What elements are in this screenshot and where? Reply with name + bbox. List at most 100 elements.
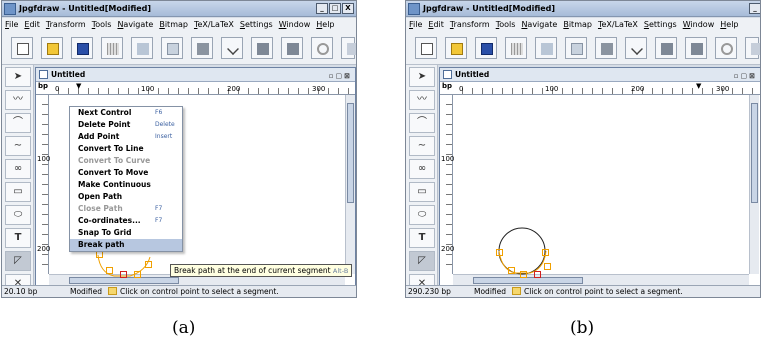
grid-button[interactable]: [505, 37, 527, 59]
book-button[interactable]: [595, 37, 617, 59]
menu-item-next-control[interactable]: Next Control F6: [70, 107, 182, 119]
table-button[interactable]: [161, 37, 183, 59]
save-button[interactable]: [475, 37, 497, 59]
menu-tools[interactable]: Tools: [92, 18, 112, 32]
menu-bitmap[interactable]: Bitmap: [563, 18, 592, 32]
back-button[interactable]: [685, 37, 707, 59]
menu-window[interactable]: Window: [279, 18, 311, 32]
control-point[interactable]: [542, 249, 549, 256]
check-curve-button[interactable]: [625, 37, 647, 59]
menu-tex[interactable]: TeX/LaTeX: [194, 18, 234, 32]
minimize-button[interactable]: _: [316, 3, 328, 14]
menu-window[interactable]: Window: [683, 18, 715, 32]
menu-bitmap[interactable]: Bitmap: [159, 18, 188, 32]
polyline-tool[interactable]: 〰: [409, 90, 435, 110]
menu-item-convert-to-move[interactable]: Convert To Move: [70, 167, 182, 179]
open-curve-tool[interactable]: ⌒: [5, 113, 31, 133]
check-curve-icon: [227, 43, 239, 55]
polyline-tool[interactable]: 〰: [5, 90, 31, 110]
menu-item-delete-point[interactable]: Delete Point Delete: [70, 119, 182, 131]
scroll-thumb[interactable]: [347, 103, 354, 203]
redo-button[interactable]: [341, 37, 356, 59]
menu-item-open-path[interactable]: Open Path: [70, 191, 182, 203]
menu-transform[interactable]: Transform: [46, 18, 86, 32]
front-button[interactable]: [655, 37, 677, 59]
select-tool[interactable]: ➤: [409, 67, 435, 87]
control-point[interactable]: [520, 271, 527, 278]
menu-navigate[interactable]: Navigate: [117, 18, 153, 32]
table-button[interactable]: [565, 37, 587, 59]
check-curve-icon: [631, 43, 643, 55]
open-button[interactable]: [445, 37, 467, 59]
menu-item-make-continuous[interactable]: Make Continuous: [70, 179, 182, 191]
menu-item-convert-to-line[interactable]: Convert To Line: [70, 143, 182, 155]
loop-tool[interactable]: ∞: [409, 159, 435, 179]
bitmap-tool[interactable]: ◸: [409, 251, 435, 271]
menu-item-coordinates[interactable]: Co-ordinates... F7: [70, 215, 182, 227]
front-button[interactable]: [251, 37, 273, 59]
ruler-label: 200: [631, 85, 645, 93]
check-curve-button[interactable]: [221, 37, 243, 59]
menu-file[interactable]: File: [409, 18, 422, 32]
undo-button[interactable]: [715, 37, 737, 59]
book-button[interactable]: [191, 37, 213, 59]
open-curve-tool[interactable]: ⌒: [409, 113, 435, 133]
rectangle-tool[interactable]: ▭: [5, 182, 31, 202]
redo-button[interactable]: [745, 37, 760, 59]
menu-transform[interactable]: Transform: [450, 18, 490, 32]
curve-tool[interactable]: ∼: [409, 136, 435, 156]
image-button[interactable]: [535, 37, 557, 59]
control-point[interactable]: [508, 267, 515, 274]
control-point[interactable]: [96, 251, 103, 258]
new-button[interactable]: [415, 37, 437, 59]
text-tool[interactable]: T: [409, 228, 435, 248]
grid-button[interactable]: [101, 37, 123, 59]
menu-settings[interactable]: Settings: [644, 18, 677, 32]
vertical-scrollbar[interactable]: [345, 95, 355, 274]
save-button[interactable]: [71, 37, 93, 59]
selected-control-point[interactable]: [534, 271, 541, 278]
ellipse-tool[interactable]: ⬭: [5, 205, 31, 225]
control-point[interactable]: [544, 263, 551, 270]
new-button[interactable]: [11, 37, 33, 59]
close-button[interactable]: X: [342, 3, 354, 14]
minimize-button[interactable]: _: [749, 3, 760, 14]
menu-tex[interactable]: TeX/LaTeX: [598, 18, 638, 32]
scroll-thumb[interactable]: [751, 103, 758, 203]
polyline-icon: 〰: [13, 94, 23, 105]
menu-file[interactable]: File: [5, 18, 18, 32]
control-point[interactable]: [496, 249, 503, 256]
rectangle-tool[interactable]: ▭: [409, 182, 435, 202]
bitmap-tool[interactable]: ◸: [5, 251, 31, 271]
image-button[interactable]: [131, 37, 153, 59]
ruler-label: 0: [459, 85, 464, 93]
select-tool[interactable]: ➤: [5, 67, 31, 87]
undo-button[interactable]: [311, 37, 333, 59]
control-point[interactable]: [145, 261, 152, 268]
selected-control-point[interactable]: [120, 271, 127, 278]
menu-help[interactable]: Help: [316, 18, 334, 32]
ellipse-tool[interactable]: ⬭: [409, 205, 435, 225]
ruler-marker-icon: ▼: [76, 82, 82, 90]
control-point[interactable]: [106, 267, 113, 274]
menu-edit[interactable]: Edit: [428, 18, 444, 32]
menu-settings[interactable]: Settings: [240, 18, 273, 32]
curve-icon: ∼: [417, 140, 427, 151]
menu-item-snap-to-grid[interactable]: Snap To Grid: [70, 227, 182, 239]
menu-item-add-point[interactable]: Add Point Insert: [70, 131, 182, 143]
curve-tool[interactable]: ∼: [5, 136, 31, 156]
menu-item-convert-to-curve[interactable]: Convert To Curve: [70, 155, 182, 167]
control-point[interactable]: [134, 271, 141, 278]
menu-item-close-path[interactable]: Close Path F7: [70, 203, 182, 215]
text-tool[interactable]: T: [5, 228, 31, 248]
loop-tool[interactable]: ∞: [5, 159, 31, 179]
menu-item-break-path[interactable]: Break path: [70, 239, 182, 251]
maximize-button[interactable]: □: [329, 3, 341, 14]
menu-navigate[interactable]: Navigate: [521, 18, 557, 32]
menu-edit[interactable]: Edit: [24, 18, 40, 32]
back-button[interactable]: [281, 37, 303, 59]
menu-help[interactable]: Help: [720, 18, 738, 32]
open-button[interactable]: [41, 37, 63, 59]
menu-tools[interactable]: Tools: [496, 18, 516, 32]
vertical-scrollbar[interactable]: [749, 95, 759, 274]
